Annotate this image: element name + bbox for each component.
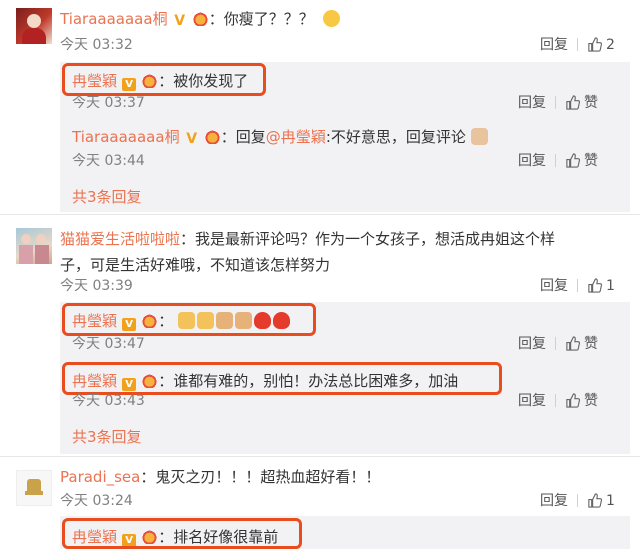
reply-text: :不好意思，回复评论 (325, 128, 466, 146)
comment-time: 今天 03:39 (60, 278, 133, 294)
member-crown-icon (203, 130, 221, 144)
thumbs-up-icon (566, 153, 580, 168)
comment-header: Paradi_sea：鬼灭之刃！！！超热血超好看！！ (60, 468, 381, 486)
reply-button[interactable]: 回复 (518, 95, 546, 111)
reply-actions: 回复 赞 (518, 150, 598, 170)
cat-emoji-icon (470, 128, 488, 145)
like-label: 赞 (584, 153, 598, 169)
like-label: 赞 (584, 95, 598, 111)
comment-body: 猫猫爱生活啦啦啦：我是最新评论吗？作为一个女孩子，想活成冉姐这个样 子，可是生活… (60, 230, 556, 274)
highlight-box (62, 303, 316, 336)
separator (577, 279, 578, 292)
like-label: 赞 (584, 336, 598, 352)
user-name[interactable]: Tiaraaaaaaa桐 (72, 128, 180, 146)
view-more-replies-link[interactable]: 共3条回复 (72, 426, 142, 447)
reply-button[interactable]: 回复 (518, 153, 546, 169)
like-button[interactable]: 2 (587, 34, 615, 53)
reply-time: 今天 03:43 (72, 393, 145, 409)
like-count: 1 (606, 493, 615, 509)
user-name[interactable]: Paradi_sea (60, 468, 140, 486)
comment-text: 鬼灭之刃！！！超热血超好看！！ (155, 468, 381, 486)
avatar[interactable] (16, 8, 52, 44)
reply-time: 今天 03:47 (72, 336, 145, 352)
like-button[interactable]: 赞 (565, 390, 598, 409)
user-name[interactable]: Tiaraaaaaaa桐 (60, 10, 168, 28)
comment-time: 今天 03:24 (60, 493, 133, 509)
divider (0, 456, 640, 457)
like-count: 1 (606, 278, 615, 294)
separator (555, 96, 556, 109)
like-button[interactable]: 1 (587, 275, 615, 294)
comment-time: 今天 03:32 (60, 37, 133, 53)
highlight-box (62, 518, 302, 549)
comment-actions: 回复 1 (540, 275, 615, 295)
comment-text: 你瘦了？？？ (223, 10, 314, 28)
comment-actions: 回复 1 (540, 490, 615, 510)
reply-button[interactable]: 回复 (540, 37, 568, 53)
reply-time: 今天 03:37 (72, 95, 145, 111)
avatar[interactable] (16, 228, 52, 264)
reply-button[interactable]: 回复 (540, 278, 568, 294)
like-button[interactable]: 赞 (565, 92, 598, 111)
reply-button[interactable]: 回复 (518, 393, 546, 409)
thumbs-up-icon (566, 336, 580, 351)
verified-v-icon: V (186, 131, 198, 147)
separator (577, 38, 578, 51)
reply-actions: 回复 赞 (518, 333, 598, 353)
comment-actions: 回复 2 (540, 34, 615, 54)
like-label: 赞 (584, 393, 598, 409)
comment-text: 我是最新评论吗？作为一个女孩子，想活成冉姐这个样 (195, 230, 556, 248)
reply-button[interactable]: 回复 (518, 336, 546, 352)
divider (0, 214, 640, 215)
surprised-emoji-icon (322, 10, 340, 27)
thumbs-up-icon (566, 95, 580, 110)
reply-header: Tiaraaaaaaa桐 V ：回复@冉瑩穎:不好意思，回复评论 (72, 126, 490, 147)
comment-header: Tiaraaaaaaa桐 V ：你瘦了？？？ (60, 8, 342, 29)
view-more-replies-link[interactable]: 共3条回复 (72, 186, 142, 207)
separator (555, 394, 556, 407)
separator (577, 494, 578, 507)
reply-prefix: 回复 (235, 128, 266, 146)
separator (555, 154, 556, 167)
reply-actions: 回复 赞 (518, 92, 598, 112)
thumbs-up-icon (588, 37, 602, 52)
separator (555, 337, 556, 350)
like-button[interactable]: 赞 (565, 333, 598, 352)
thumbs-up-icon (566, 393, 580, 408)
thumbs-up-icon (588, 493, 602, 508)
avatar[interactable] (16, 470, 52, 506)
reply-actions: 回复 赞 (518, 390, 598, 410)
user-name[interactable]: 猫猫爱生活啦啦啦 (60, 230, 180, 248)
mention-link[interactable]: @冉瑩穎 (266, 128, 326, 146)
like-button[interactable]: 1 (587, 490, 615, 509)
reply-time: 今天 03:44 (72, 153, 145, 169)
member-crown-icon (191, 12, 209, 26)
thumbs-up-icon (588, 278, 602, 293)
reply-button[interactable]: 回复 (540, 493, 568, 509)
like-button[interactable]: 赞 (565, 150, 598, 169)
like-count: 2 (606, 37, 615, 53)
verified-v-icon: V (174, 13, 186, 29)
comment-text-continued: 子，可是生活好难哦，不知道该怎样努力 (60, 256, 331, 274)
